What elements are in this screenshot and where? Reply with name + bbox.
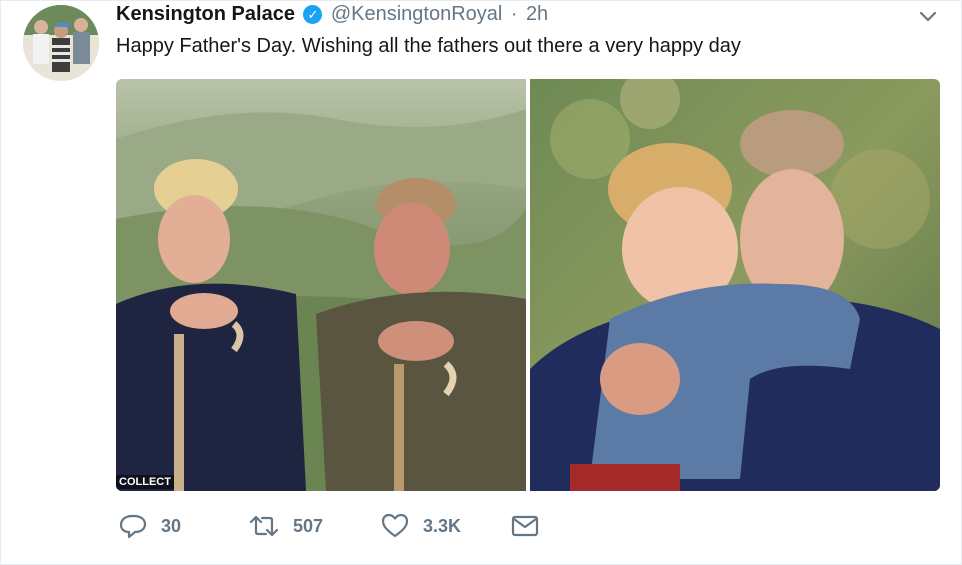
photo-father-son-hills [116, 79, 526, 491]
tweet-header: Kensington Palace ✓ @KensingtonRoyal · 2… [116, 3, 548, 29]
media-photo-left[interactable]: COLLECT [116, 79, 526, 491]
author-handle[interactable]: @KensingtonRoyal [331, 3, 503, 25]
media-photo-right[interactable] [530, 79, 940, 491]
tweet-timestamp[interactable]: 2h [526, 3, 548, 25]
direct-message-button[interactable] [511, 511, 539, 541]
author-name[interactable]: Kensington Palace [116, 3, 295, 25]
avatar-photo [23, 5, 99, 81]
reply-icon [119, 514, 147, 539]
photo-watermark: COLLECT [116, 475, 174, 489]
tweet-card[interactable]: Kensington Palace ✓ @KensingtonRoyal · 2… [0, 0, 962, 565]
tweet-media[interactable]: COLLECT [116, 79, 940, 491]
like-count: 3.3K [423, 515, 462, 536]
envelope-icon [511, 515, 539, 537]
verified-badge-icon: ✓ [303, 5, 323, 24]
reply-button[interactable]: 30 [119, 511, 181, 541]
separator-dot: · [510, 3, 518, 25]
retweet-count: 507 [293, 515, 324, 536]
tweet-text: Happy Father's Day. Wishing all the fath… [116, 35, 741, 57]
heart-icon [381, 513, 409, 538]
retweet-icon [249, 515, 279, 537]
photo-father-hugging-child [530, 79, 940, 491]
reply-count: 30 [161, 515, 182, 536]
like-button[interactable]: 3.3K [381, 511, 461, 541]
avatar[interactable] [23, 5, 99, 81]
retweet-button[interactable]: 507 [249, 511, 323, 541]
chevron-down-icon[interactable] [917, 5, 939, 27]
